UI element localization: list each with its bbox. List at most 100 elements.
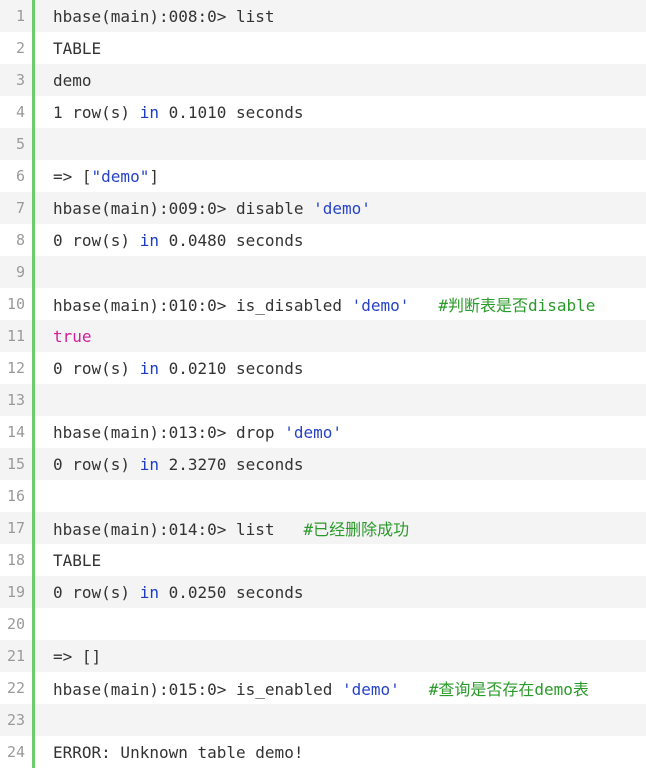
code-plain: hbase(main):008:0> list bbox=[53, 6, 275, 26]
code-plain: demo bbox=[53, 70, 92, 90]
code-plain: hbase(main):015:0> is_enabled bbox=[53, 680, 342, 699]
string-token: 'demo' bbox=[351, 296, 410, 315]
code-line: 1 hbase(main):008:0> list bbox=[0, 0, 646, 32]
code-plain: 0.0480 seconds bbox=[158, 230, 304, 250]
line-number: 24 bbox=[6, 743, 25, 761]
code-plain: hbase(main):014:0> list bbox=[53, 520, 304, 539]
code-block: 1 hbase(main):008:0> list 2 TABLE 3 demo 4 1 ro… bbox=[0, 0, 646, 768]
code-line: 23 bbox=[0, 704, 646, 736]
keyword-token: in bbox=[139, 102, 159, 122]
code-text: TABLE bbox=[53, 39, 101, 58]
code-text: hbase(main):008:0> list bbox=[53, 7, 275, 26]
code-line: 15 0 row(s) in 2.3270 seconds bbox=[0, 448, 646, 480]
line-number: 20 bbox=[6, 615, 25, 633]
code-line: 6 => ["demo"] bbox=[0, 160, 646, 192]
code-line: 20 bbox=[0, 608, 646, 640]
code-line: 21 => [] bbox=[0, 640, 646, 672]
line-number: 9 bbox=[15, 263, 25, 281]
code-plain: 2.3270 seconds bbox=[158, 454, 304, 474]
code-text: => [] bbox=[53, 647, 101, 666]
line-number: 21 bbox=[6, 647, 25, 665]
line-number: 15 bbox=[6, 455, 25, 473]
line-number: 17 bbox=[6, 519, 25, 537]
line-number: 2 bbox=[15, 39, 25, 57]
line-number: 6 bbox=[15, 167, 25, 185]
code-plain: ] bbox=[149, 166, 159, 186]
code-line: 11 true bbox=[0, 320, 646, 352]
line-number: 8 bbox=[15, 231, 25, 249]
line-number: 13 bbox=[6, 391, 25, 409]
line-number: 4 bbox=[15, 103, 25, 121]
keyword-token: in bbox=[139, 230, 159, 250]
code-plain: 0 row(s) bbox=[53, 454, 140, 474]
code-text: hbase(main):009:0> disable 'demo' bbox=[53, 199, 371, 218]
code-line: 24 ERROR: Unknown table demo! bbox=[0, 736, 646, 768]
code-line: 3 demo bbox=[0, 64, 646, 96]
code-line: 22 hbase(main):015:0> is_enabled 'demo' #… bbox=[0, 672, 646, 704]
line-number: 1 bbox=[15, 7, 25, 25]
line-number: 14 bbox=[6, 423, 25, 441]
code-plain: 0.1010 seconds bbox=[158, 102, 304, 122]
code-plain bbox=[400, 680, 429, 699]
line-number: 19 bbox=[6, 583, 25, 601]
code-text: hbase(main):014:0> list #已经删除成功 bbox=[53, 516, 409, 540]
code-plain: 0 row(s) bbox=[53, 230, 140, 250]
line-number: 16 bbox=[6, 487, 25, 505]
line-number: 23 bbox=[6, 711, 25, 729]
code-line: 5 bbox=[0, 128, 646, 160]
code-text: 0 row(s) in 0.0210 seconds bbox=[53, 359, 303, 378]
code-plain: hbase(main):009:0> disable bbox=[53, 198, 314, 218]
code-line: 13 bbox=[0, 384, 646, 416]
code-text: TABLE bbox=[53, 551, 101, 570]
code-text: 0 row(s) in 0.0250 seconds bbox=[53, 583, 303, 602]
code-plain: ERROR: Unknown table demo! bbox=[53, 742, 304, 762]
code-line: 12 0 row(s) in 0.0210 seconds bbox=[0, 352, 646, 384]
code-line: 10 hbase(main):010:0> is_disabled 'demo' … bbox=[0, 288, 646, 320]
comment-token: #已经删除成功 bbox=[303, 520, 410, 539]
comment-token: #查询是否存在demo表 bbox=[428, 680, 589, 699]
line-number: 22 bbox=[6, 679, 25, 697]
keyword-token: in bbox=[139, 454, 159, 474]
code-plain: TABLE bbox=[53, 38, 102, 58]
code-text: hbase(main):010:0> is_disabled 'demo' #判… bbox=[53, 292, 595, 316]
code-text: hbase(main):015:0> is_enabled 'demo' #查询… bbox=[53, 676, 589, 700]
code-line: 2 TABLE bbox=[0, 32, 646, 64]
code-line: 9 bbox=[0, 256, 646, 288]
code-text: hbase(main):013:0> drop 'demo' bbox=[53, 423, 342, 442]
code-plain: 0 row(s) bbox=[53, 582, 140, 602]
string-token: "demo" bbox=[91, 166, 150, 186]
code-line: 19 0 row(s) in 0.0250 seconds bbox=[0, 576, 646, 608]
code-line: 7 hbase(main):009:0> disable 'demo' bbox=[0, 192, 646, 224]
code-plain: hbase(main):010:0> is_disabled bbox=[53, 296, 352, 315]
code-text: demo bbox=[53, 71, 92, 90]
line-number: 3 bbox=[15, 71, 25, 89]
code-text: 1 row(s) in 0.1010 seconds bbox=[53, 103, 303, 122]
code-text: => ["demo"] bbox=[53, 167, 159, 186]
code-plain: 0 row(s) bbox=[53, 358, 140, 378]
code-plain: => [] bbox=[53, 646, 102, 666]
string-token: 'demo' bbox=[313, 198, 371, 218]
line-number: 12 bbox=[6, 359, 25, 377]
line-number: 18 bbox=[6, 551, 25, 569]
code-text: true bbox=[53, 327, 92, 346]
line-number: 10 bbox=[6, 295, 25, 313]
code-plain: hbase(main):013:0> drop bbox=[53, 422, 285, 442]
code-line: 17 hbase(main):014:0> list #已经删除成功 bbox=[0, 512, 646, 544]
code-plain: TABLE bbox=[53, 550, 102, 570]
code-line: 14 hbase(main):013:0> drop 'demo' bbox=[0, 416, 646, 448]
line-number: 11 bbox=[6, 327, 25, 345]
code-plain: => [ bbox=[53, 166, 92, 186]
code-plain: 0.0210 seconds bbox=[158, 358, 304, 378]
comment-token: #判断表是否disable bbox=[438, 296, 596, 315]
line-number: 5 bbox=[15, 135, 25, 153]
keyword-token: in bbox=[139, 358, 159, 378]
boolean-token: true bbox=[53, 326, 92, 346]
code-line: 4 1 row(s) in 0.1010 seconds bbox=[0, 96, 646, 128]
code-line: 8 0 row(s) in 0.0480 seconds bbox=[0, 224, 646, 256]
line-number: 7 bbox=[15, 199, 25, 217]
gutter-border bbox=[32, 0, 35, 768]
code-line: 16 bbox=[0, 480, 646, 512]
code-plain: 1 row(s) bbox=[53, 102, 140, 122]
code-text: 0 row(s) in 0.0480 seconds bbox=[53, 231, 303, 250]
code-text: ERROR: Unknown table demo! bbox=[53, 743, 303, 762]
